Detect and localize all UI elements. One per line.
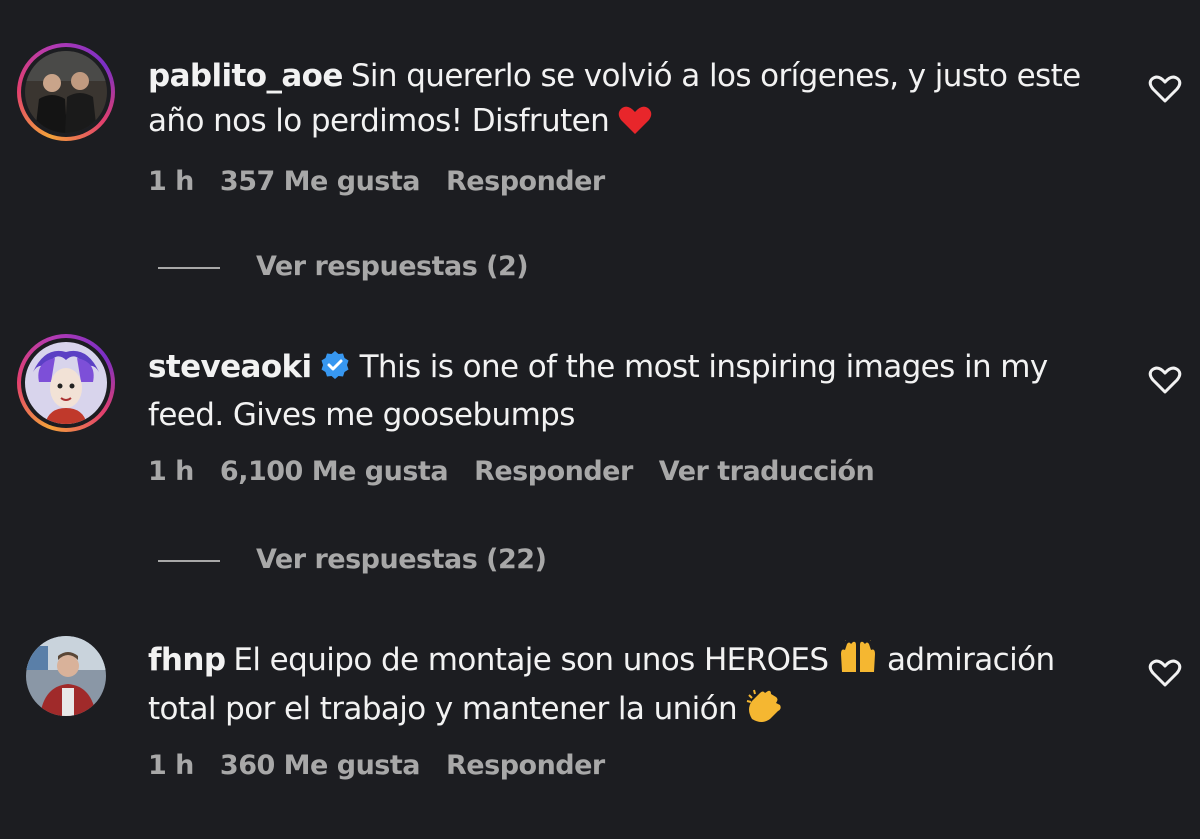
- comment-text: steveaoki This is one of the most inspiri…: [148, 345, 1108, 438]
- raising-hands-emoji: [838, 637, 878, 687]
- like-heart-icon[interactable]: [1148, 658, 1182, 688]
- likes-count[interactable]: 357 Me gusta: [220, 166, 421, 197]
- red-heart-emoji: [618, 103, 652, 148]
- avatar[interactable]: [25, 342, 107, 424]
- like-heart-icon[interactable]: [1148, 74, 1182, 104]
- verified-badge-icon: [320, 348, 350, 393]
- comment-body-part1: El equipo de montaje son unos HEROES: [233, 642, 829, 678]
- timestamp[interactable]: 1 h: [148, 456, 194, 487]
- username[interactable]: fhnp: [148, 642, 226, 678]
- clapping-hands-emoji: [746, 689, 784, 736]
- timestamp[interactable]: 1 h: [148, 750, 194, 781]
- reply-button[interactable]: Responder: [446, 750, 605, 781]
- username[interactable]: steveaoki: [148, 349, 312, 385]
- view-replies-button[interactable]: Ver respuestas (22): [158, 544, 547, 575]
- comment-meta: 1 h 6,100 Me gusta Responder Ver traducción: [148, 456, 900, 487]
- view-replies-button[interactable]: Ver respuestas (2): [158, 251, 529, 282]
- username[interactable]: pablito_aoe: [148, 58, 343, 94]
- reply-button[interactable]: Responder: [474, 456, 633, 487]
- likes-count[interactable]: 6,100 Me gusta: [220, 456, 449, 487]
- reply-button[interactable]: Responder: [446, 166, 605, 197]
- view-replies-label: Ver respuestas (2): [256, 251, 529, 282]
- avatar[interactable]: [26, 636, 106, 716]
- comment-text: pablito_aoe Sin quererlo se volvió a los …: [148, 54, 1108, 148]
- comment-meta: 1 h 360 Me gusta Responder: [148, 750, 631, 781]
- replies-divider: [158, 266, 220, 269]
- comment-meta: 1 h 357 Me gusta Responder: [148, 166, 631, 197]
- comment-text: fhnp El equipo de montaje son unos HEROES…: [148, 637, 1108, 736]
- avatar[interactable]: [25, 51, 107, 133]
- like-heart-icon[interactable]: [1148, 365, 1182, 395]
- likes-count[interactable]: 360 Me gusta: [220, 750, 421, 781]
- replies-divider: [158, 559, 220, 562]
- translate-button[interactable]: Ver traducción: [659, 456, 875, 487]
- view-replies-label: Ver respuestas (22): [256, 544, 547, 575]
- timestamp[interactable]: 1 h: [148, 166, 194, 197]
